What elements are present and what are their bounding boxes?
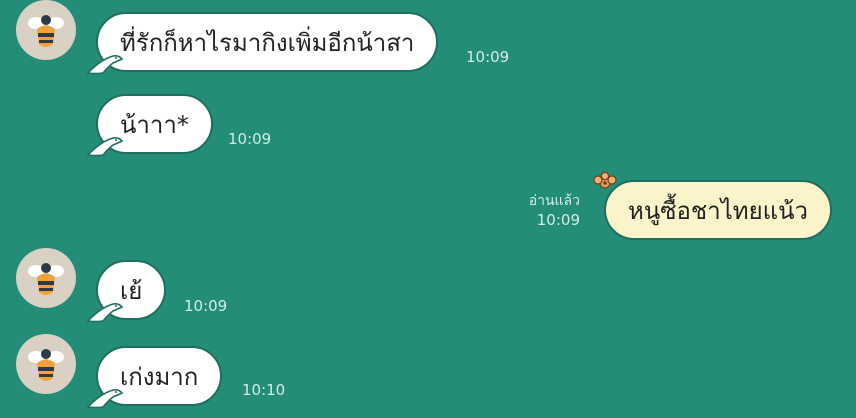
message-time: 10:09 [184,297,228,315]
message-time: 10:09 [536,211,580,229]
contact-avatar[interactable] [16,334,76,394]
message-text: ที่รักก็หาไรมากิงเพิ่มอีกน้าสา [120,28,415,57]
message-time: 10:09 [228,130,272,148]
bee-avatar-icon [28,263,64,295]
message-text: เก่งมาก [120,362,199,391]
read-receipt: อ่านแล้ว [528,193,580,209]
message-time: 10:10 [242,381,286,399]
outgoing-message-bubble[interactable]: หนูซื้อชาไทยแน้ว [604,180,832,240]
message-time: 10:09 [466,48,510,66]
contact-avatar[interactable] [16,0,76,60]
bird-tail-icon [86,137,124,157]
bird-tail-icon [86,303,124,323]
bee-avatar-icon [28,349,64,381]
message-text: น้าาา* [120,110,189,139]
bird-tail-icon [86,55,124,75]
contact-avatar[interactable] [16,248,76,308]
incoming-message-bubble[interactable]: ที่รักก็หาไรมากิงเพิ่มอีกน้าสา [96,12,439,72]
bee-avatar-icon [28,15,64,47]
message-text: หนูซื้อชาไทยแน้ว [628,196,808,225]
bird-tail-icon [86,389,124,409]
outgoing-message-meta: อ่านแล้ว 10:09 [529,192,580,230]
flower-icon [593,172,617,189]
